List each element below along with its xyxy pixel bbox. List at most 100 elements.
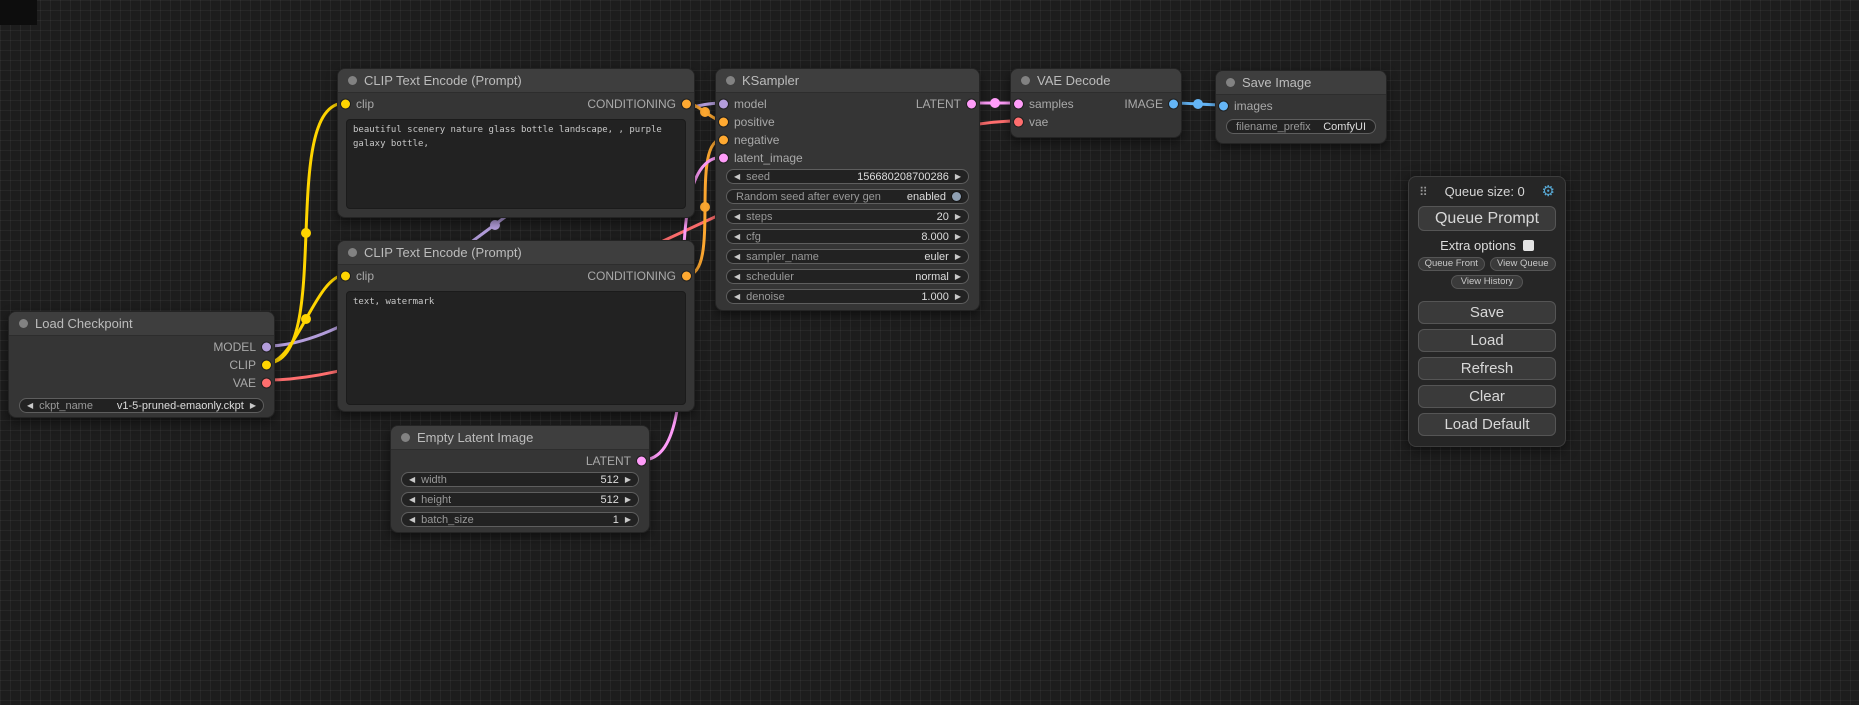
output-slot-clip[interactable]: CLIP <box>9 356 274 374</box>
widget-width[interactable]: ◀ width 512 ▶ <box>401 472 639 487</box>
collapse-dot-icon[interactable] <box>1021 76 1030 85</box>
input-dot-clip[interactable] <box>341 272 350 281</box>
widget-scheduler[interactable]: ◀ scheduler normal ▶ <box>726 269 969 284</box>
extra-options-checkbox[interactable] <box>1523 240 1534 251</box>
node-title-bar[interactable]: Empty Latent Image <box>391 426 649 450</box>
input-slot-latent-image[interactable]: latent_image <box>716 149 979 167</box>
collapse-dot-icon[interactable] <box>19 319 28 328</box>
collapse-dot-icon[interactable] <box>348 76 357 85</box>
collapse-dot-icon[interactable] <box>348 248 357 257</box>
arrow-right-icon[interactable]: ▶ <box>955 293 961 301</box>
arrow-right-icon[interactable]: ▶ <box>955 213 961 221</box>
arrow-right-icon[interactable]: ▶ <box>250 402 256 410</box>
negative-prompt-textarea[interactable]: text, watermark <box>346 291 686 405</box>
graph-canvas[interactable]: Load Checkpoint MODEL CLIP VAE ◀ ckpt_na… <box>0 0 1859 705</box>
save-button[interactable]: Save <box>1418 301 1556 324</box>
arrow-left-icon[interactable]: ◀ <box>409 516 415 524</box>
node-vae-decode[interactable]: VAE Decode IMAGE samples vae <box>1010 68 1182 138</box>
node-title-bar[interactable]: CLIP Text Encode (Prompt) <box>338 69 694 93</box>
arrow-right-icon[interactable]: ▶ <box>955 253 961 261</box>
output-dot-clip[interactable] <box>262 361 271 370</box>
node-title-bar[interactable]: KSampler <box>716 69 979 93</box>
input-slot-samples[interactable]: samples <box>1011 95 1181 113</box>
collapse-dot-icon[interactable] <box>401 433 410 442</box>
output-dot-latent[interactable] <box>637 457 646 466</box>
output-dot-model[interactable] <box>262 343 271 352</box>
input-dot-vae[interactable] <box>1014 118 1023 127</box>
widget-seed[interactable]: ◀ seed 156680208700286 ▶ <box>726 169 969 184</box>
output-label-conditioning[interactable]: CONDITIONING <box>587 269 676 283</box>
node-clip-text-encode-negative[interactable]: CLIP Text Encode (Prompt) clip CONDITION… <box>337 240 695 412</box>
node-clip-text-encode-positive[interactable]: CLIP Text Encode (Prompt) clip CONDITION… <box>337 68 695 218</box>
positive-prompt-textarea[interactable]: beautiful scenery nature glass bottle la… <box>346 119 686 209</box>
widget-height[interactable]: ◀ height 512 ▶ <box>401 492 639 507</box>
output-dot-conditioning[interactable] <box>682 272 691 281</box>
widget-sampler-name[interactable]: ◀ sampler_name euler ▶ <box>726 249 969 264</box>
output-dot-vae[interactable] <box>262 379 271 388</box>
load-button[interactable]: Load <box>1418 329 1556 352</box>
widget-ckpt-name[interactable]: ◀ ckpt_name v1-5-pruned-emaonly.ckpt ▶ <box>19 398 264 413</box>
input-slot-model[interactable]: model <box>716 95 979 113</box>
arrow-right-icon[interactable]: ▶ <box>625 496 631 504</box>
arrow-right-icon[interactable]: ▶ <box>625 516 631 524</box>
arrow-left-icon[interactable]: ◀ <box>734 273 740 281</box>
input-slot-negative[interactable]: negative <box>716 131 979 149</box>
widget-steps[interactable]: ◀ steps 20 ▶ <box>726 209 969 224</box>
input-dot-negative[interactable] <box>719 136 728 145</box>
output-slot-model[interactable]: MODEL <box>9 338 274 356</box>
view-history-button[interactable]: View History <box>1451 275 1523 289</box>
output-label-conditioning[interactable]: CONDITIONING <box>587 97 676 111</box>
arrow-left-icon[interactable]: ◀ <box>734 293 740 301</box>
node-title-bar[interactable]: Load Checkpoint <box>9 312 274 336</box>
queue-prompt-button[interactable]: Queue Prompt <box>1418 206 1556 231</box>
widget-batch-size[interactable]: ◀ batch_size 1 ▶ <box>401 512 639 527</box>
input-dot-positive[interactable] <box>719 118 728 127</box>
widget-filename-prefix[interactable]: filename_prefix ComfyUI <box>1226 119 1376 134</box>
input-dot-clip[interactable] <box>341 100 350 109</box>
output-slot-vae[interactable]: VAE <box>9 374 274 392</box>
input-slot-vae[interactable]: vae <box>1011 113 1181 131</box>
input-dot-images[interactable] <box>1219 102 1228 111</box>
widget-denoise[interactable]: ◀ denoise 1.000 ▶ <box>726 289 969 304</box>
refresh-button[interactable]: Refresh <box>1418 357 1556 380</box>
comfy-menu[interactable]: ⠿ Queue size: 0 ⚙ Queue Prompt Extra opt… <box>1408 176 1566 447</box>
menu-drag-handle-icon[interactable]: ⠿ <box>1419 185 1428 199</box>
widget-cfg[interactable]: ◀ cfg 8.000 ▶ <box>726 229 969 244</box>
clear-button[interactable]: Clear <box>1418 385 1556 408</box>
node-title-bar[interactable]: CLIP Text Encode (Prompt) <box>338 241 694 265</box>
node-title-bar[interactable]: VAE Decode <box>1011 69 1181 93</box>
input-slot-images[interactable]: images <box>1216 97 1386 115</box>
arrow-right-icon[interactable]: ▶ <box>955 173 961 181</box>
input-dot-latent-image[interactable] <box>719 154 728 163</box>
arrow-left-icon[interactable]: ◀ <box>734 253 740 261</box>
collapse-dot-icon[interactable] <box>1226 78 1235 87</box>
arrow-left-icon[interactable]: ◀ <box>734 213 740 221</box>
queue-front-button[interactable]: Queue Front <box>1418 257 1485 271</box>
view-queue-button[interactable]: View Queue <box>1490 257 1557 271</box>
node-ksampler[interactable]: KSampler LATENT model positive negative … <box>715 68 980 311</box>
input-slot-positive[interactable]: positive <box>716 113 979 131</box>
arrow-left-icon[interactable]: ◀ <box>409 476 415 484</box>
arrow-right-icon[interactable]: ▶ <box>625 476 631 484</box>
toggle-knob-icon[interactable] <box>952 192 961 201</box>
input-label-clip[interactable]: clip <box>356 269 374 283</box>
input-dot-samples[interactable] <box>1014 100 1023 109</box>
node-empty-latent-image[interactable]: Empty Latent Image LATENT ◀ width 512 ▶ … <box>390 425 650 533</box>
arrow-right-icon[interactable]: ▶ <box>955 233 961 241</box>
arrow-left-icon[interactable]: ◀ <box>734 233 740 241</box>
node-save-image[interactable]: Save Image images filename_prefix ComfyU… <box>1215 70 1387 144</box>
widget-random-seed-toggle[interactable]: Random seed after every gen enabled <box>726 189 969 204</box>
collapse-dot-icon[interactable] <box>726 76 735 85</box>
arrow-left-icon[interactable]: ◀ <box>734 173 740 181</box>
arrow-right-icon[interactable]: ▶ <box>955 273 961 281</box>
output-dot-conditioning[interactable] <box>682 100 691 109</box>
node-title-bar[interactable]: Save Image <box>1216 71 1386 95</box>
output-slot-latent[interactable]: LATENT <box>391 452 649 470</box>
input-dot-model[interactable] <box>719 100 728 109</box>
node-load-checkpoint[interactable]: Load Checkpoint MODEL CLIP VAE ◀ ckpt_na… <box>8 311 275 418</box>
arrow-left-icon[interactable]: ◀ <box>27 402 33 410</box>
arrow-left-icon[interactable]: ◀ <box>409 496 415 504</box>
input-label-clip[interactable]: clip <box>356 97 374 111</box>
settings-gear-icon[interactable]: ⚙ <box>1542 184 1555 199</box>
load-default-button[interactable]: Load Default <box>1418 413 1556 436</box>
